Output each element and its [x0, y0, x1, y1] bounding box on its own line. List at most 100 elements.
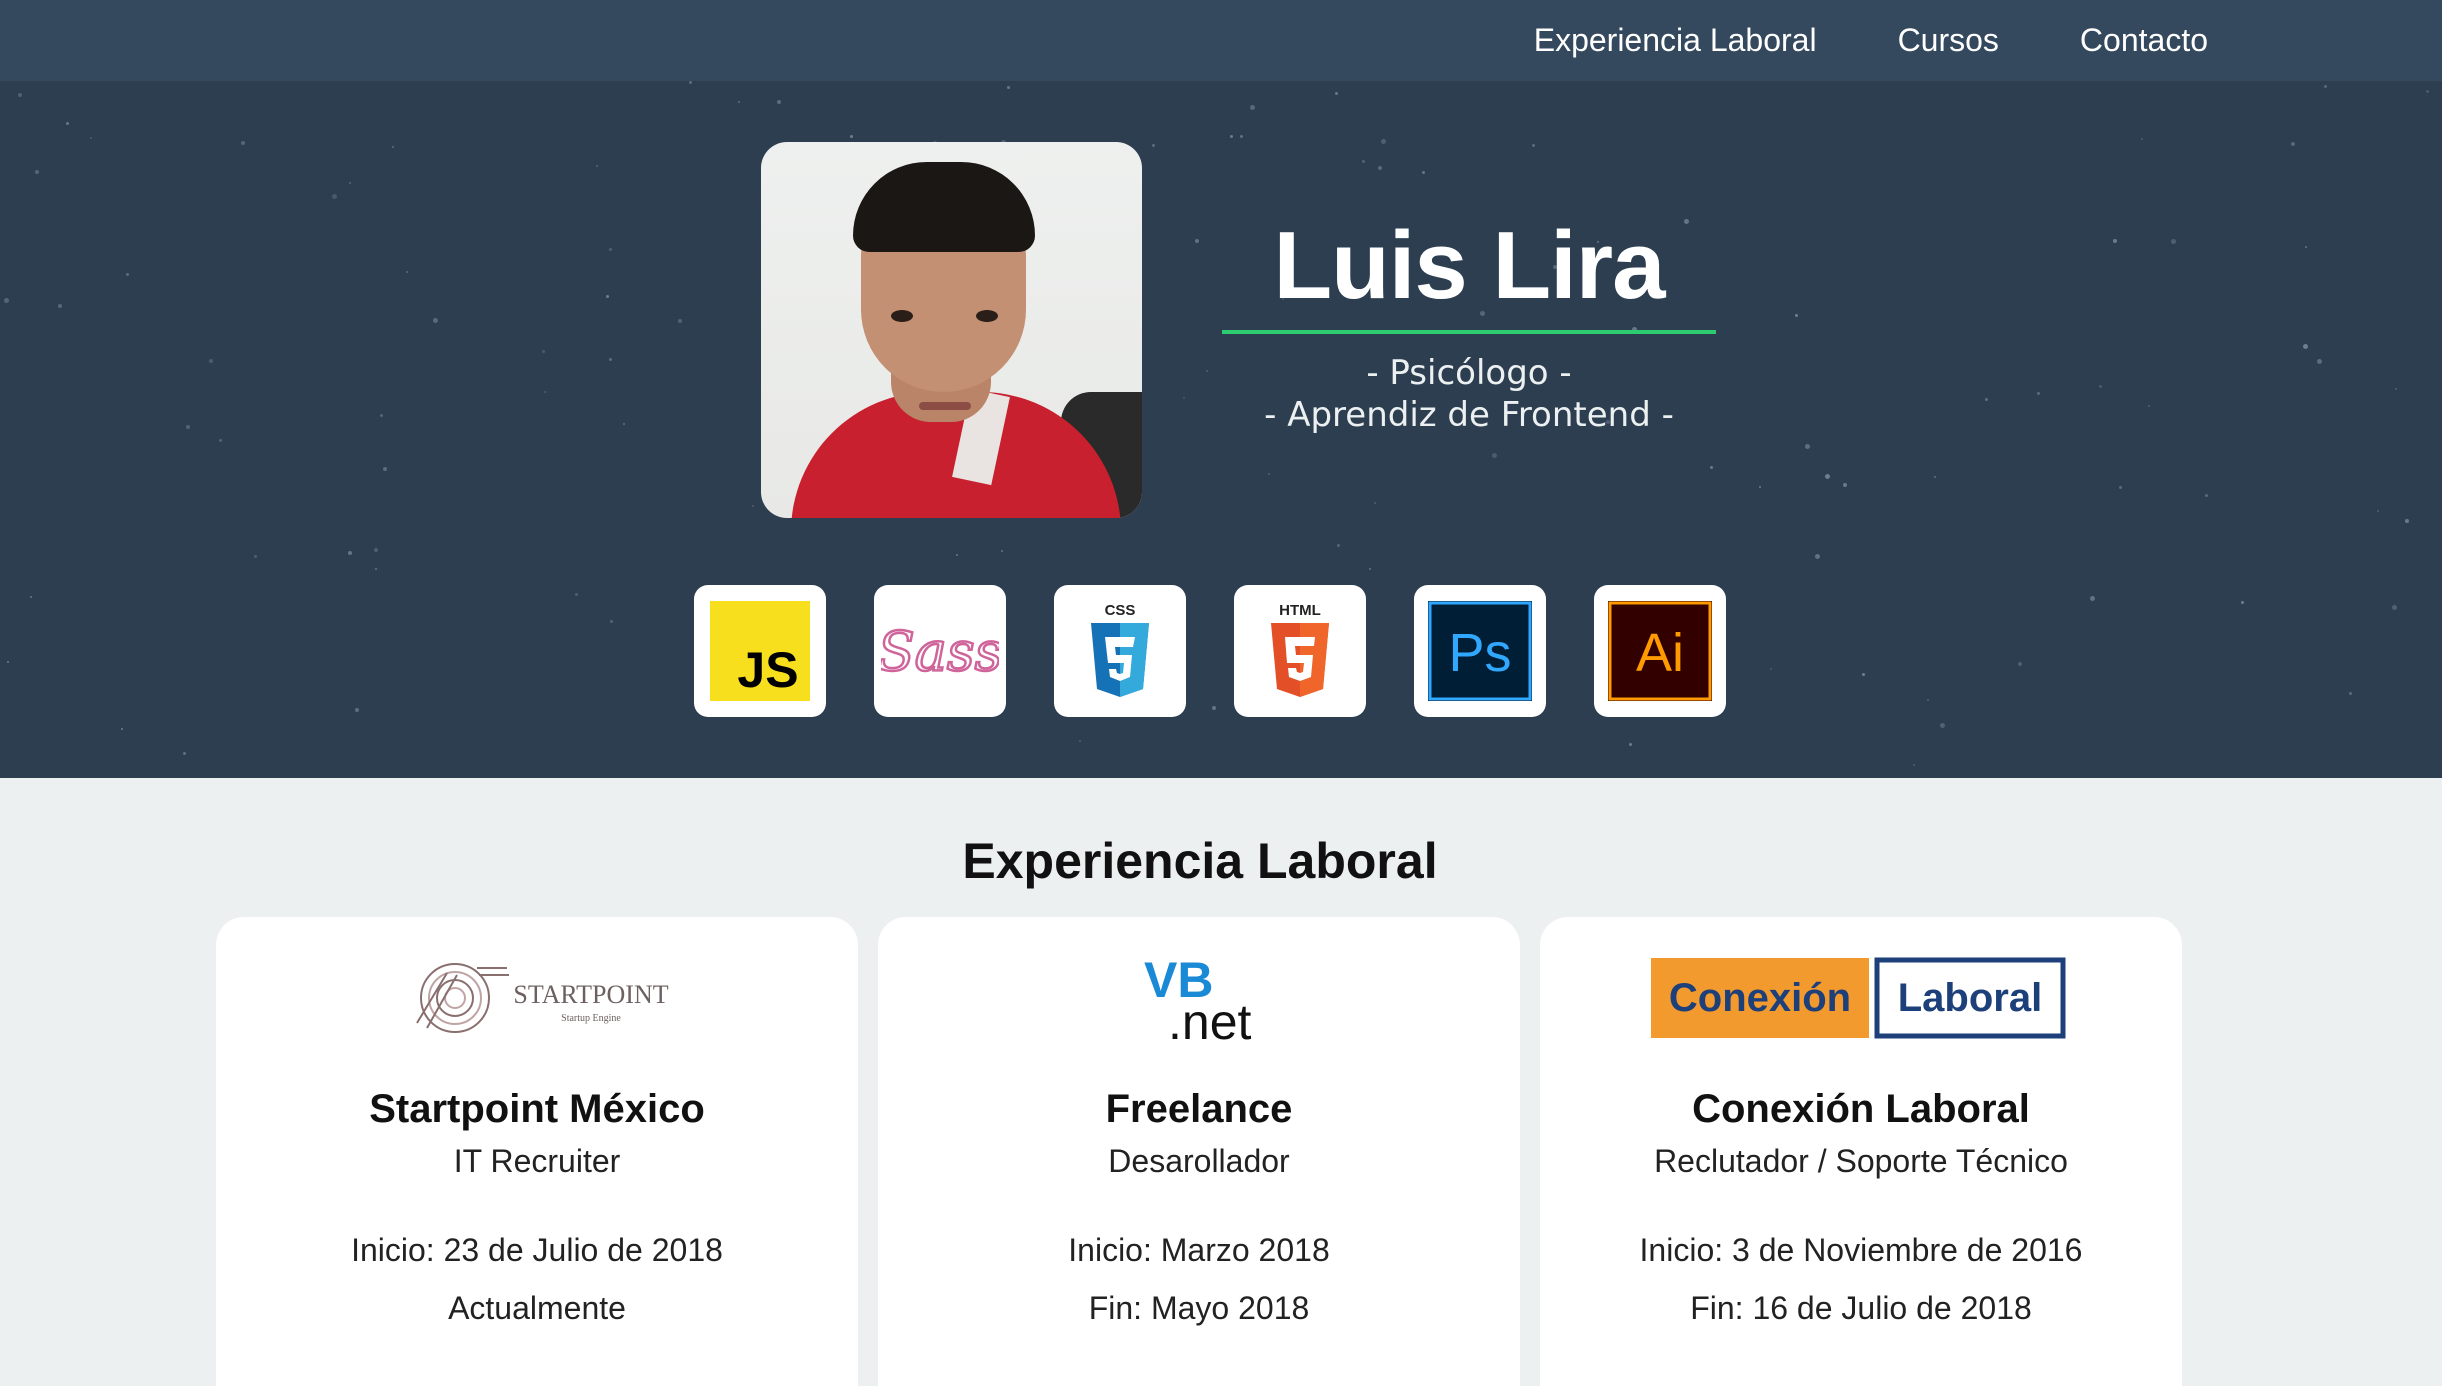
experience-card-startpoint: STARTPOINT Startup Engine Startpoint Méx…: [216, 917, 858, 1386]
star-dot: [219, 439, 222, 442]
job-start-date: Inicio: 23 de Julio de 2018: [351, 1232, 723, 1268]
star-dot: [956, 554, 958, 556]
star-dot: [1230, 135, 1233, 138]
svg-text:Ai: Ai: [1636, 623, 1684, 683]
star-dot: [850, 135, 853, 138]
star-dot: [254, 555, 257, 558]
startpoint-logo-icon: STARTPOINT Startup Engine: [416, 963, 669, 1033]
star-dot: [2090, 596, 2095, 601]
star-dot: [355, 708, 359, 712]
star-dot: [90, 137, 92, 139]
company-name: Startpoint México: [369, 1087, 705, 1131]
vbnet-logo-icon: VB .net: [1144, 953, 1252, 1043]
star-dot: [1629, 743, 1632, 746]
star-dot: [183, 752, 186, 755]
star-dot: [575, 593, 578, 596]
star-dot: [689, 81, 692, 84]
svg-text:STARTPOINT: STARTPOINT: [513, 980, 668, 1009]
job-end-date: Fin: 16 de Julio de 2018: [1690, 1290, 2032, 1326]
star-dot: [2141, 138, 2143, 140]
conexion-laboral-logo-icon: Conexión Laboral: [1651, 957, 2066, 1039]
star-dot: [1759, 486, 1761, 488]
star-dot: [609, 358, 612, 361]
star-dot: [35, 170, 39, 174]
star-dot: [2377, 510, 2379, 512]
top-navigation: Experiencia Laboral Cursos Contacto: [0, 0, 2442, 81]
star-dot: [2037, 392, 2040, 395]
star-dot: [609, 248, 612, 251]
vbnet-logo: VB .net: [878, 953, 1520, 1043]
star-dot: [2018, 662, 2022, 666]
star-dot: [1152, 144, 1155, 147]
svg-text:HTML: HTML: [1279, 602, 1321, 619]
star-dot: [374, 548, 378, 552]
star-dot: [2349, 692, 2352, 695]
star-dot: [2148, 405, 2150, 407]
star-dot: [1532, 144, 1535, 147]
star-dot: [738, 101, 740, 103]
job-role: IT Recruiter: [453, 1143, 621, 1179]
star-dot: [375, 568, 377, 570]
star-dot: [2113, 239, 2117, 243]
star-dot: [1381, 139, 1386, 144]
svg-text:Laboral: Laboral: [1898, 976, 2042, 1020]
star-dot: [678, 319, 682, 323]
experience-card-conexion: Conexión Laboral Conexión Laboral Reclut…: [1540, 917, 2182, 1386]
skill-sass: Sass: [874, 585, 1006, 717]
star-dot: [30, 596, 32, 598]
star-dot: [1843, 483, 1847, 487]
name-underline: [1222, 330, 1716, 334]
nav-link-experiencia[interactable]: Experiencia Laboral: [1534, 22, 1817, 59]
star-dot: [2324, 85, 2327, 88]
star-dot: [1710, 466, 1713, 469]
star-dot: [241, 141, 245, 145]
startpoint-logo: STARTPOINT Startup Engine: [216, 953, 858, 1043]
svg-text:CSS: CSS: [1105, 602, 1136, 619]
star-dot: [433, 318, 438, 323]
star-dot: [606, 295, 609, 298]
star-dot: [1335, 92, 1338, 95]
star-dot: [186, 425, 190, 429]
job-end-date: Fin: Mayo 2018: [1088, 1290, 1310, 1326]
conexion-laboral-logo: Conexión Laboral: [1540, 953, 2182, 1043]
star-dot: [1378, 166, 1382, 170]
star-dot: [1001, 550, 1003, 552]
star-dot: [2317, 359, 2322, 364]
photoshop-icon: Ps: [1428, 601, 1532, 701]
star-dot: [2291, 142, 2295, 146]
star-dot: [542, 350, 545, 353]
nav-link-contacto[interactable]: Contacto: [2080, 22, 2208, 59]
star-dot: [380, 414, 383, 417]
profile-name: Luis Lira: [1273, 212, 1665, 319]
star-dot: [209, 359, 213, 363]
star-dot: [2395, 388, 2397, 390]
skill-photoshop: Ps: [1414, 585, 1546, 717]
star-dot: [392, 146, 394, 148]
star-dot: [1770, 668, 1772, 670]
subtitle-role: - Aprendiz de Frontend -: [1264, 395, 1674, 435]
star-dot: [66, 122, 69, 125]
svg-text:Conexión: Conexión: [1669, 976, 1851, 1020]
star-dot: [383, 467, 387, 471]
star-dot: [1369, 568, 1371, 570]
star-dot: [1934, 476, 1936, 478]
star-dot: [752, 505, 754, 507]
company-name: Freelance: [1105, 1087, 1293, 1131]
nav-link-cursos[interactable]: Cursos: [1898, 22, 1999, 59]
illustrator-icon: Ai: [1608, 601, 1712, 701]
job-start-date: Inicio: Marzo 2018: [1068, 1232, 1330, 1268]
star-dot: [2099, 385, 2102, 388]
css3-icon: CSS: [1091, 602, 1149, 697]
star-dot: [1815, 554, 1820, 559]
star-dot: [1985, 398, 1988, 401]
star-dot: [596, 165, 598, 167]
star-dot: [7, 661, 9, 663]
star-dot: [1250, 105, 1255, 110]
skill-illustrator: Ai: [1594, 585, 1726, 717]
star-dot: [126, 273, 129, 276]
company-name: Conexión Laboral: [1692, 1087, 2030, 1131]
svg-text:Sass: Sass: [881, 620, 999, 683]
star-dot: [1079, 740, 1081, 742]
star-dot: [349, 182, 351, 184]
skill-html5: HTML: [1234, 585, 1366, 717]
